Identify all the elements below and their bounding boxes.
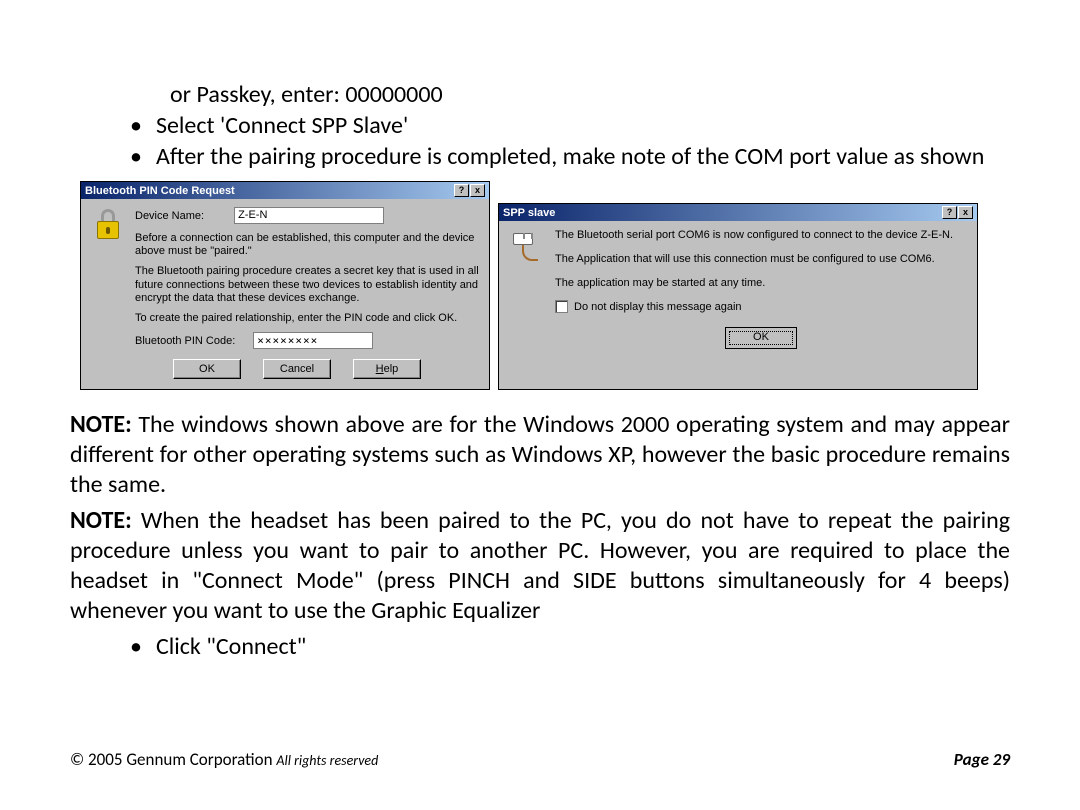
device-name-field[interactable]: Z-E-N	[234, 207, 384, 224]
ok-button[interactable]: OK	[173, 359, 241, 379]
bullet-text: Click "Connect"	[156, 632, 1010, 661]
titlebar-help-button[interactable]: ?	[942, 206, 957, 219]
bullet-item: • Click "Connect"	[130, 632, 1010, 661]
device-name-label: Device Name:	[135, 210, 204, 222]
bullet-text: After the pairing procedure is completed…	[156, 142, 1010, 171]
bullet-dot-icon: •	[130, 142, 142, 171]
ok-button[interactable]: OK	[725, 327, 797, 349]
bullet-text: Select 'Connect SPP Slave'	[156, 111, 1010, 140]
dialog-text: The Bluetooth pairing procedure creates …	[135, 265, 479, 305]
copyright-text: © 2005 Gennum Corporation	[70, 749, 276, 770]
dialog-title: SPP slave	[503, 207, 555, 219]
note-paragraph: NOTE: When the headset has been paired t…	[70, 506, 1010, 626]
page-footer: © 2005 Gennum Corporation All rights res…	[70, 749, 1010, 770]
bullet-dot-icon: •	[130, 632, 142, 661]
dialog-titlebar: Bluetooth PIN Code Request ? x	[81, 182, 489, 199]
dialog-text: The Application that will use this conne…	[555, 253, 967, 267]
bluetooth-pin-dialog: Bluetooth PIN Code Request ? x Device Na…	[80, 181, 490, 390]
page-number: Page 29	[954, 749, 1010, 770]
dialog-text: To create the paired relationship, enter…	[135, 312, 479, 325]
dialog-title: Bluetooth PIN Code Request	[85, 185, 235, 197]
rights-reserved-text: All rights reserved	[276, 752, 378, 769]
passkey-line: or Passkey, enter: 00000000	[170, 80, 1010, 109]
note-paragraph: NOTE: The windows shown above are for th…	[70, 410, 1010, 500]
cancel-button[interactable]: Cancel	[263, 359, 331, 379]
bullet-dot-icon: •	[130, 111, 142, 140]
lock-icon	[91, 207, 125, 241]
titlebar-help-button[interactable]: ?	[454, 184, 469, 197]
titlebar-close-button[interactable]: x	[470, 184, 485, 197]
bullet-item: • Select 'Connect SPP Slave'	[130, 111, 1010, 140]
serial-plug-icon	[509, 229, 543, 263]
dialog-screenshot-group: Bluetooth PIN Code Request ? x Device Na…	[80, 181, 1010, 390]
help-button[interactable]: Help	[353, 359, 421, 379]
titlebar-close-button[interactable]: x	[958, 206, 973, 219]
note-label: NOTE:	[70, 410, 132, 439]
dialog-text: Before a connection can be established, …	[135, 232, 479, 258]
pin-code-field[interactable]: ××××××××	[253, 332, 373, 349]
spp-slave-dialog: SPP slave ? x The Bluetooth serial port …	[498, 203, 978, 390]
pin-code-label: Bluetooth PIN Code:	[135, 335, 235, 347]
bullet-item: • After the pairing procedure is complet…	[130, 142, 1010, 171]
note-label: NOTE:	[70, 506, 132, 535]
dialog-titlebar: SPP slave ? x	[499, 204, 977, 221]
checkbox-label: Do not display this message again	[574, 301, 742, 313]
dialog-text: The application may be started at any ti…	[555, 277, 967, 291]
dialog-text: The Bluetooth serial port COM6 is now co…	[555, 229, 967, 243]
suppress-message-checkbox[interactable]	[555, 300, 568, 313]
